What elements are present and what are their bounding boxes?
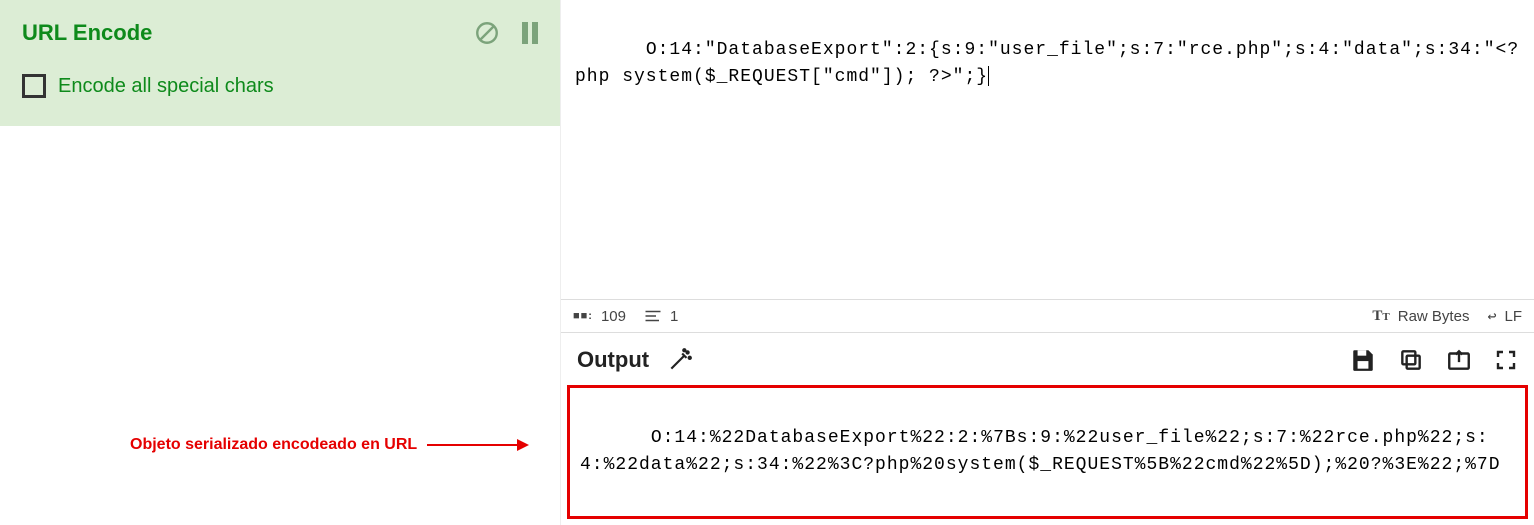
- annotation: Objeto serializado encodeado en URL: [130, 436, 527, 454]
- byte-count-value: 109: [601, 308, 626, 325]
- line-count: 1: [644, 308, 678, 325]
- display-mode-label: Raw Bytes: [1398, 308, 1470, 325]
- input-text: O:14:"DatabaseExport":2:{s:9:"user_file"…: [575, 40, 1519, 87]
- checkbox-icon[interactable]: [22, 74, 46, 98]
- display-mode-toggle[interactable]: TT Raw Bytes: [1372, 308, 1469, 325]
- output-textarea[interactable]: O:14:%22DatabaseExport%22:2:%7Bs:9:%22us…: [567, 385, 1528, 519]
- bytes-icon: ■■:: [573, 310, 593, 322]
- lines-icon: [644, 309, 662, 323]
- eol-label: LF: [1504, 308, 1522, 325]
- input-textarea[interactable]: O:14:"DatabaseExport":2:{s:9:"user_file"…: [561, 0, 1534, 299]
- return-icon: ↩: [1487, 307, 1496, 325]
- arrow-icon: [427, 444, 527, 446]
- encode-all-option[interactable]: Encode all special chars: [22, 74, 538, 98]
- pause-icon[interactable]: [522, 22, 538, 44]
- text-format-icon: TT: [1372, 308, 1389, 325]
- save-icon[interactable]: [1350, 347, 1376, 373]
- encode-all-label: Encode all special chars: [58, 75, 274, 98]
- maximize-icon[interactable]: [1494, 348, 1518, 372]
- operation-card: URL Encode Encode all special chars: [0, 0, 560, 126]
- byte-count: ■■: 109: [573, 308, 626, 325]
- output-text: O:14:%22DatabaseExport%22:2:%7Bs:9:%22us…: [580, 428, 1501, 475]
- annotation-text: Objeto serializado encodeado en URL: [130, 436, 417, 454]
- operation-title: URL Encode: [22, 20, 152, 46]
- magic-wand-icon[interactable]: [667, 347, 693, 373]
- status-bar: ■■: 109 1 TT Raw Bytes ↩ LF: [561, 299, 1534, 333]
- output-title: Output: [577, 347, 649, 373]
- move-to-input-icon[interactable]: [1446, 347, 1472, 373]
- copy-icon[interactable]: [1398, 347, 1424, 373]
- text-cursor: [988, 66, 989, 86]
- line-count-value: 1: [670, 308, 678, 325]
- disable-icon[interactable]: [474, 20, 500, 46]
- eol-toggle[interactable]: ↩ LF: [1487, 307, 1522, 325]
